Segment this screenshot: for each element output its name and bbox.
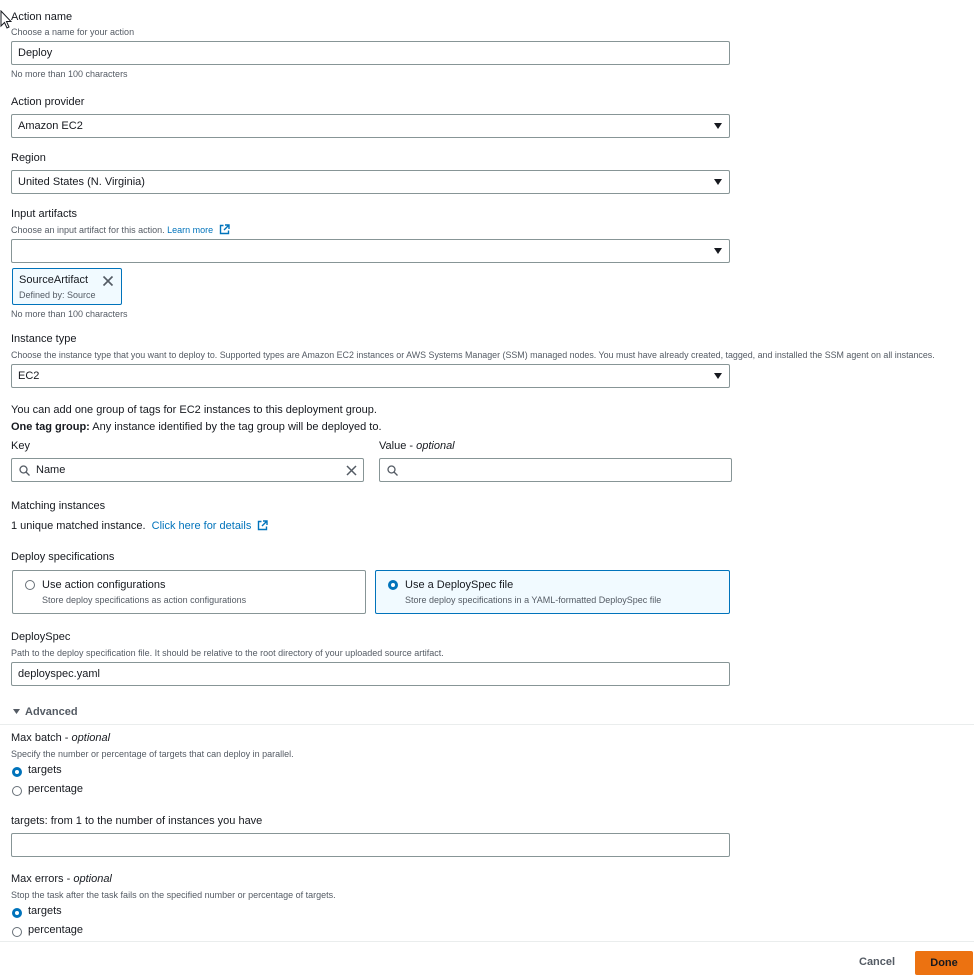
- advanced-divider: [0, 724, 974, 725]
- max-errors-optional: optional: [73, 873, 112, 885]
- input-artifacts-label: Input artifacts: [11, 208, 78, 220]
- radio-deployspec-file[interactable]: [388, 580, 398, 590]
- max-batch-option-targets[interactable]: targets: [28, 764, 62, 776]
- deployspec-value: deployspec.yaml: [18, 668, 100, 680]
- input-artifacts-constraint: No more than 100 characters: [11, 309, 128, 319]
- max-errors-label-text: Max errors -: [11, 873, 74, 885]
- radio-action-configurations[interactable]: [25, 580, 35, 590]
- max-batch-optional: optional: [71, 732, 111, 744]
- token-detail: Defined by: Source: [19, 290, 96, 300]
- targets-input[interactable]: [11, 833, 730, 857]
- deploy-specifications-label: Deploy specifications: [11, 551, 115, 563]
- external-link-icon[interactable]: [219, 224, 230, 235]
- max-errors-radio-percentage[interactable]: [12, 927, 22, 937]
- input-artifacts-description-text: Choose an input artifact for this action…: [11, 225, 165, 235]
- caret-down-icon: [714, 373, 722, 379]
- targets-input-label: targets: from 1 to the number of instanc…: [11, 815, 263, 827]
- caret-down-icon: [714, 248, 722, 254]
- done-button[interactable]: Done: [915, 951, 973, 975]
- max-batch-radio-targets[interactable]: [12, 767, 22, 777]
- tile-use-action-configurations[interactable]: Use action configurations Store deploy s…: [12, 570, 366, 614]
- tag-value-label-text: Value -: [379, 440, 417, 452]
- instance-type-value: EC2: [18, 370, 40, 382]
- token-name: SourceArtifact: [19, 274, 89, 286]
- tile-title: Use action configurations: [42, 579, 166, 591]
- advanced-toggle[interactable]: Advanced: [12, 706, 78, 718]
- tag-group-note: One tag group: Any instance identified b…: [11, 421, 382, 433]
- max-batch-label: Max batch - optional: [11, 732, 110, 744]
- source-artifact-token: SourceArtifact Defined by: Source: [12, 268, 122, 305]
- tag-value-input[interactable]: [379, 458, 732, 482]
- max-batch-option-percentage[interactable]: percentage: [28, 783, 83, 795]
- details-link[interactable]: Click here for details: [152, 520, 252, 532]
- action-name-label: Action name: [11, 11, 73, 23]
- max-errors-label: Max errors - optional: [11, 873, 112, 885]
- max-batch-label-text: Max batch -: [11, 732, 72, 744]
- tag-value-label: Value - optional: [379, 440, 455, 452]
- caret-down-icon: [13, 709, 20, 714]
- action-provider-label: Action provider: [11, 96, 85, 108]
- tile-title: Use a DeploySpec file: [405, 579, 514, 591]
- matched-count-text: 1 unique matched instance.: [11, 520, 146, 532]
- external-link-icon[interactable]: [257, 520, 269, 531]
- advanced-label: Advanced: [25, 706, 78, 718]
- action-name-constraint: No more than 100 characters: [11, 69, 128, 79]
- caret-down-icon: [714, 179, 722, 185]
- instance-type-description: Choose the instance type that you want t…: [11, 350, 935, 360]
- tag-group-text: Any instance identified by the tag group…: [89, 421, 382, 433]
- max-errors-radio-targets[interactable]: [12, 908, 22, 918]
- action-provider-select[interactable]: Amazon EC2: [11, 114, 730, 138]
- learn-more-link[interactable]: Learn more: [167, 225, 213, 235]
- action-name-description: Choose a name for your action: [11, 27, 135, 37]
- deployspec-description: Path to the deploy specification file. I…: [11, 648, 444, 658]
- tag-value-optional: optional: [416, 440, 455, 452]
- input-artifacts-description: Choose an input artifact for this action…: [11, 224, 230, 235]
- max-batch-description: Specify the number or percentage of targ…: [11, 749, 294, 759]
- instance-type-label: Instance type: [11, 333, 77, 345]
- max-batch-radio-percentage[interactable]: [12, 786, 22, 796]
- tags-intro: You can add one group of tags for EC2 in…: [11, 404, 377, 416]
- tag-key-value: Name: [36, 464, 66, 476]
- max-errors-description: Stop the task after the task fails on th…: [11, 890, 336, 900]
- search-icon: [19, 465, 30, 476]
- deployspec-input[interactable]: deployspec.yaml: [11, 662, 730, 686]
- action-name-input[interactable]: Deploy: [11, 41, 730, 65]
- tag-group-bold: One tag group:: [11, 421, 90, 433]
- tile-description: Store deploy specifications as action co…: [42, 595, 247, 605]
- matching-instances-text: 1 unique matched instance. Click here fo…: [11, 520, 269, 532]
- region-label: Region: [11, 152, 46, 164]
- remove-token-icon[interactable]: [102, 275, 114, 287]
- input-artifacts-select[interactable]: [11, 239, 730, 263]
- footer-divider: [0, 941, 974, 942]
- caret-down-icon: [714, 123, 722, 129]
- instance-type-select[interactable]: EC2: [11, 364, 730, 388]
- max-errors-option-targets[interactable]: targets: [28, 905, 62, 917]
- action-name-value: Deploy: [18, 47, 53, 59]
- max-errors-option-percentage[interactable]: percentage: [28, 924, 83, 936]
- tile-description: Store deploy specifications in a YAML-fo…: [405, 595, 662, 605]
- deployspec-label: DeploySpec: [11, 631, 71, 643]
- clear-icon[interactable]: [346, 465, 357, 476]
- cancel-button[interactable]: Cancel: [859, 956, 895, 968]
- tag-key-label: Key: [11, 440, 30, 452]
- action-provider-value: Amazon EC2: [18, 120, 83, 132]
- region-value: United States (N. Virginia): [18, 176, 145, 188]
- tile-use-deployspec-file[interactable]: Use a DeploySpec file Store deploy speci…: [375, 570, 730, 614]
- search-icon: [387, 465, 398, 476]
- matching-instances-label: Matching instances: [11, 500, 106, 512]
- tag-key-input[interactable]: Name: [11, 458, 364, 482]
- region-select[interactable]: United States (N. Virginia): [11, 170, 730, 194]
